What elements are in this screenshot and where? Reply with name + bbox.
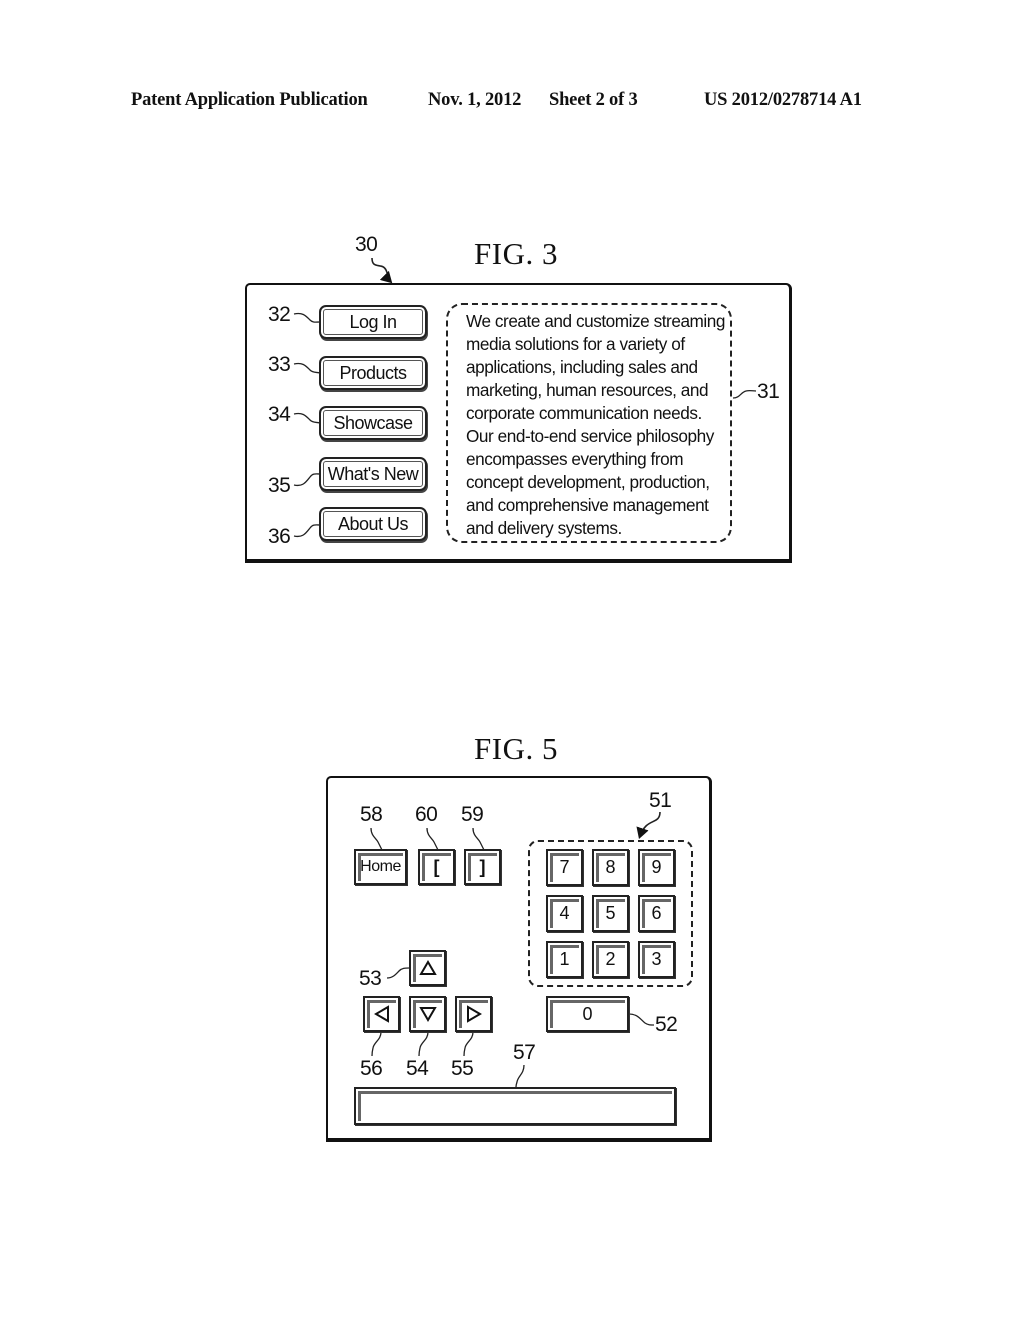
left-arrow-button[interactable] xyxy=(363,996,400,1032)
home-button[interactable]: Home xyxy=(354,849,407,885)
ref-numeral-whats-new: 35 xyxy=(268,474,291,497)
publication-type: Patent Application Publication xyxy=(131,90,368,110)
showcase-button[interactable]: Showcase xyxy=(319,406,427,440)
keypad-key-9[interactable]: 9 xyxy=(638,849,675,886)
keypad-key-4[interactable]: 4 xyxy=(546,895,583,932)
description-line: and comprehensive management xyxy=(466,495,709,515)
ref-numeral-right-bracket: 59 xyxy=(461,803,484,826)
ref-numeral-about-us: 36 xyxy=(268,525,291,548)
description-line: media solutions for a variety of xyxy=(466,334,685,354)
products-button[interactable]: Products xyxy=(319,356,427,390)
down-triangle-icon xyxy=(418,1007,437,1022)
figure-3-title: FIG. 3 xyxy=(474,236,558,271)
login-button[interactable]: Log In xyxy=(319,305,427,339)
company-description-text-area: We create and customize streaming media … xyxy=(446,303,732,543)
ref-numeral-down: 54 xyxy=(406,1057,429,1080)
description-line: applications, including sales and xyxy=(466,357,698,377)
description-line: marketing, human resources, and xyxy=(466,380,709,400)
ref-numeral-zero: 52 xyxy=(655,1013,678,1036)
keypad-key-3[interactable]: 3 xyxy=(638,941,675,978)
ref-numeral-text-field: 57 xyxy=(513,1041,536,1064)
ref-numeral-left-bracket: 60 xyxy=(415,803,438,826)
ref-numeral-login: 32 xyxy=(268,303,291,326)
keypad-key-5[interactable]: 5 xyxy=(592,895,629,932)
text-entry-field[interactable] xyxy=(354,1087,676,1125)
down-arrow-button[interactable] xyxy=(409,996,446,1032)
up-triangle-icon xyxy=(418,960,437,975)
description-line: We create and customize streaming xyxy=(466,311,726,331)
description-line: concept development, production, xyxy=(466,472,710,492)
description-line: and delivery systems. xyxy=(466,518,622,538)
keypad-key-0[interactable]: 0 xyxy=(546,996,629,1032)
description-line: corporate communication needs. xyxy=(466,403,702,423)
ref-numeral-keypad: 51 xyxy=(649,789,672,812)
description-line: encompasses everything from xyxy=(466,449,684,469)
up-arrow-button[interactable] xyxy=(409,950,446,986)
ref-numeral-text-area: 31 xyxy=(757,380,780,403)
right-bracket-button[interactable]: ] xyxy=(464,849,501,885)
whats-new-button[interactable]: What's New xyxy=(319,457,427,491)
ref-numeral-right: 55 xyxy=(451,1057,474,1080)
keypad-key-6[interactable]: 6 xyxy=(638,895,675,932)
right-arrow-button[interactable] xyxy=(455,996,492,1032)
description-line: Our end-to-end service philosophy xyxy=(466,426,714,446)
ref-numeral-up: 53 xyxy=(359,967,382,990)
left-bracket-button[interactable]: [ xyxy=(418,849,455,885)
ref-numeral-window: 30 xyxy=(355,233,378,256)
left-triangle-icon xyxy=(373,1005,389,1023)
publication-number: US 2012/0278714 A1 xyxy=(704,90,862,110)
right-triangle-icon xyxy=(466,1005,482,1023)
sheet-number: Sheet 2 of 3 xyxy=(549,90,638,110)
about-us-button[interactable]: About Us xyxy=(319,507,427,541)
ref-numeral-products: 33 xyxy=(268,353,291,376)
keypad-key-7[interactable]: 7 xyxy=(546,849,583,886)
ref-numeral-showcase: 34 xyxy=(268,403,291,426)
keypad-key-8[interactable]: 8 xyxy=(592,849,629,886)
publication-date: Nov. 1, 2012 xyxy=(428,90,522,110)
keypad-key-1[interactable]: 1 xyxy=(546,941,583,978)
keypad-key-2[interactable]: 2 xyxy=(592,941,629,978)
ref-numeral-home: 58 xyxy=(360,803,383,826)
figure-5-title: FIG. 5 xyxy=(474,731,558,766)
ref-numeral-left: 56 xyxy=(360,1057,383,1080)
